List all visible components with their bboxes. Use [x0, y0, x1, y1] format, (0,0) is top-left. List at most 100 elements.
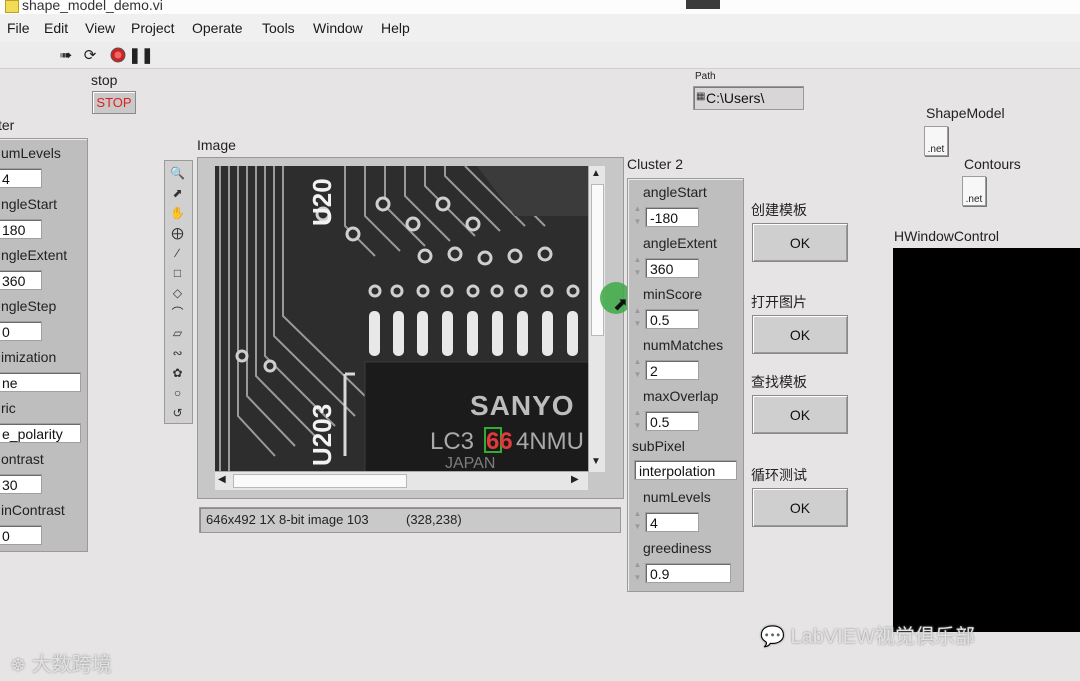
polygon-tool-icon[interactable]: ▱ [168, 324, 187, 341]
lc-label-numlevels: umLevels [1, 145, 61, 161]
menu-help[interactable]: Help [381, 20, 410, 36]
c2-label-angleextent: angleExtent [643, 235, 717, 251]
image-horizontal-scrollbar[interactable]: ◀ ▶ [215, 471, 588, 490]
c2-spin-minscore[interactable]: ▲ ▼ [632, 304, 643, 332]
lc-label-anglestart: ngleStart [1, 196, 58, 212]
annulus-tool-icon[interactable]: ⌒ [168, 304, 187, 321]
c2-field-anglestart[interactable]: -180 [645, 207, 699, 227]
c2-label-nummatches: numMatches [643, 337, 724, 353]
cluster2-title: Cluster 2 [627, 156, 684, 172]
image-coords-text: (328,238) [406, 512, 462, 527]
chip-label-rest: 4NMU [516, 428, 585, 455]
lc-field-anglestart[interactable]: 180 [0, 219, 42, 239]
open-image-button[interactable]: OK [752, 315, 848, 354]
oval-tool-icon[interactable]: ○ [168, 384, 187, 401]
c2-spin-angleextent[interactable]: ▲ ▼ [632, 253, 643, 281]
scroll-right-icon[interactable]: ▶ [571, 474, 579, 485]
c2-label-anglestart: angleStart [643, 184, 707, 200]
lc-field-optimization[interactable]: ne [0, 372, 81, 392]
watermark-logo-icon: ☸ [10, 655, 27, 675]
image-display[interactable]: U20 U203 SANYO LC3 66 4NMU JAPAN [215, 166, 589, 472]
menu-view[interactable]: View [85, 20, 115, 36]
c2-field-minscore[interactable]: 0.5 [645, 309, 699, 329]
pan-hand-icon[interactable]: ✋ [168, 204, 187, 221]
freehand-tool-icon[interactable]: ∾ [168, 344, 187, 361]
wechat-icon: 💬 [760, 626, 785, 648]
create-template-button[interactable]: OK [752, 223, 848, 262]
run-continuous-icon[interactable]: ⟳ [81, 46, 99, 64]
chip-label-match: 66 [486, 428, 513, 455]
lc-field-mincontrast[interactable]: 0 [0, 525, 42, 545]
rotated-rect-tool-icon[interactable]: ◇ [168, 284, 187, 301]
menu-edit[interactable]: Edit [44, 20, 68, 36]
chip-label-lc3: LC3 [430, 428, 475, 455]
hscroll-thumb[interactable] [233, 474, 407, 488]
c2-label-minscore: minScore [643, 286, 703, 302]
pointer-icon[interactable]: ⬈ [168, 184, 187, 201]
lc-field-angleextent[interactable]: 360 [0, 270, 42, 290]
menu-operate[interactable]: Operate [192, 20, 243, 36]
line-tool-icon[interactable]: ∕ [168, 244, 187, 261]
c2-field-greediness[interactable]: 0.9 [645, 563, 731, 583]
run-arrow-icon[interactable]: ➠ [57, 46, 75, 64]
watermark-left: ☸ 大数跨境 [10, 648, 112, 677]
pause-icon[interactable]: ❚❚ [128, 46, 153, 64]
lc-label-optimization: imization [1, 349, 57, 365]
image-label: Image [197, 137, 236, 153]
find-template-button[interactable]: OK [752, 395, 848, 434]
menu-project[interactable]: Project [131, 20, 175, 36]
title-bar: shape_model_demo.vi [0, 0, 1080, 14]
lc-field-metric[interactable]: e_polarity [0, 423, 81, 443]
c2-spin-greediness[interactable]: ▲ ▼ [632, 558, 643, 586]
c2-spin-numlevels[interactable]: ▲ ▼ [632, 507, 643, 535]
zoom-icon[interactable]: 🔍 [168, 164, 187, 181]
lc-label-metric: ric [1, 400, 16, 416]
c2-field-maxoverlap[interactable]: 0.5 [645, 411, 699, 431]
abort-icon[interactable] [109, 46, 127, 64]
hwindow-control[interactable] [893, 248, 1080, 632]
scroll-down-icon[interactable]: ▼ [591, 456, 601, 467]
watermark-right-text: LabVIEW视觉俱乐部 [790, 626, 975, 648]
scroll-left-icon[interactable]: ◀ [218, 474, 226, 485]
stop-button[interactable]: STOP [92, 91, 136, 114]
image-vertical-scrollbar[interactable]: ▲ ▼ [588, 166, 605, 472]
scroll-up-icon[interactable]: ▲ [591, 168, 601, 179]
c2-spin-nummatches[interactable]: ▲ ▼ [632, 355, 643, 383]
vscroll-thumb[interactable] [591, 184, 604, 336]
lc-label-contrast: ontrast [1, 451, 44, 467]
c2-field-numlevels[interactable]: 4 [645, 512, 699, 532]
lc-field-contrast[interactable]: 30 [0, 474, 42, 494]
c2-field-angleextent[interactable]: 360 [645, 258, 699, 278]
c2-field-subpixel[interactable]: interpolation [634, 460, 737, 480]
chip-label-sanyo: SANYO [470, 390, 575, 421]
menu-file[interactable]: File [7, 20, 30, 36]
toolbar: ➠ ⟳ ❚❚ [0, 42, 1080, 69]
rectangle-tool-icon[interactable]: □ [168, 264, 187, 281]
path-value: C:\Users\ [706, 90, 765, 106]
path-control[interactable]: ▦ C:\Users\ [693, 86, 804, 110]
broken-line-icon[interactable]: ↺ [168, 404, 187, 421]
c2-label-maxoverlap: maxOverlap [643, 388, 719, 404]
pcb-image [215, 166, 589, 472]
left-cluster-title: ter [0, 117, 15, 133]
browse-icon[interactable]: ▦ [696, 91, 705, 102]
c2-label-greediness: greediness [643, 540, 712, 556]
lc-field-numlevels[interactable]: 4 [0, 168, 42, 188]
left-cluster: umLevels 4 ngleStart 180 ngleExtent 360 … [0, 138, 88, 552]
menu-window[interactable]: Window [313, 20, 363, 36]
point-tool-icon[interactable]: ⨁ [168, 224, 187, 241]
chip-label-japan: JAPAN [445, 455, 496, 472]
freehand-region-icon[interactable]: ✿ [168, 364, 187, 381]
create-template-label: 创建模板 [751, 202, 807, 218]
lc-label-angleextent: ngleExtent [1, 247, 68, 263]
menu-tools[interactable]: Tools [262, 20, 295, 36]
hwindow-label: HWindowControl [894, 228, 1000, 244]
lc-field-anglestep[interactable]: 0 [0, 321, 42, 341]
window-control-handle[interactable] [686, 0, 720, 9]
c2-spin-maxoverlap[interactable]: ▲ ▼ [632, 406, 643, 434]
c2-spin-anglestart[interactable]: ▲ ▼ [632, 202, 643, 230]
c2-field-nummatches[interactable]: 2 [645, 360, 699, 380]
loop-test-button[interactable]: OK [752, 488, 848, 527]
lc-label-anglestep: ngleStep [1, 298, 57, 314]
image-tool-palette: 🔍 ⬈ ✋ ⨁ ∕ □ ◇ ⌒ ▱ ∾ ✿ ○ ↺ [164, 160, 193, 424]
